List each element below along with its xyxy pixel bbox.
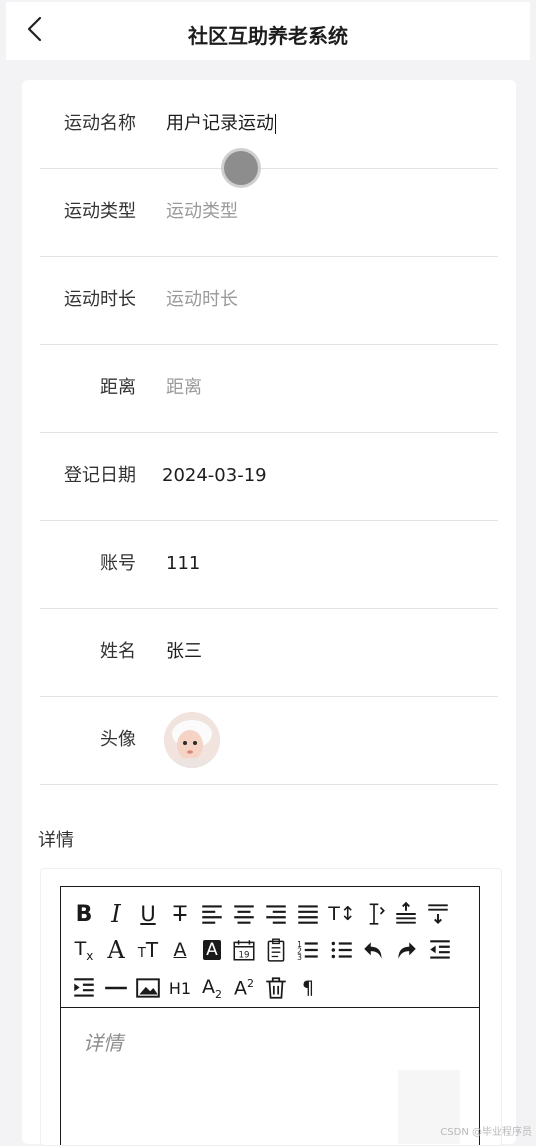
align-center-icon[interactable] <box>229 899 259 929</box>
sport-type-input[interactable]: 运动类型 <box>166 168 486 256</box>
ordered-list-icon[interactable]: 123 <box>293 935 323 965</box>
text-caret <box>275 114 276 134</box>
register-date-picker[interactable]: 2024-03-19 <box>162 432 482 520</box>
svg-text:19: 19 <box>238 951 249 961</box>
horizontal-rule-icon[interactable] <box>101 973 131 1003</box>
editor-placeholder[interactable]: 详情 <box>83 1027 123 1056</box>
font-family-icon[interactable]: A <box>101 935 131 965</box>
paragraph-mark-icon[interactable]: ¶ <box>293 973 323 1003</box>
distance-input[interactable]: 距离 <box>166 344 486 432</box>
sport-type-label: 运动类型 <box>64 201 136 222</box>
redo-icon[interactable] <box>391 935 421 965</box>
sport-name-value: 用户记录运动 <box>166 113 274 134</box>
sport-name-label: 运动名称 <box>64 113 136 134</box>
align-right-icon[interactable] <box>261 899 291 929</box>
form-row-duration: 运动时长 运动时长 <box>40 256 498 345</box>
image-icon[interactable] <box>133 973 163 1003</box>
form-row-distance: 距离 距离 <box>40 344 498 433</box>
form-row-name: 姓名 张三 <box>40 608 498 697</box>
delete-icon[interactable] <box>261 973 291 1003</box>
undo-icon[interactable] <box>359 935 389 965</box>
superscript-icon[interactable]: A2 <box>229 973 259 1003</box>
italic-icon[interactable]: I <box>101 899 131 929</box>
font-color-icon[interactable]: A <box>165 935 195 965</box>
letter-spacing-icon[interactable]: TT <box>133 935 163 965</box>
line-height-icon[interactable] <box>359 899 389 929</box>
form-row-avatar: 头像 <box>40 696 498 785</box>
paragraph-spacing-before-icon[interactable] <box>391 899 421 929</box>
background-color-icon[interactable]: A <box>197 935 227 965</box>
account-input[interactable]: 111 <box>166 520 486 608</box>
distance-label: 距离 <box>100 377 136 398</box>
top-bar: 社区互助养老系统 <box>6 2 530 60</box>
duration-label: 运动时长 <box>64 289 136 310</box>
form-row-register-date: 登记日期 2024-03-19 <box>40 432 498 521</box>
duration-input[interactable]: 运动时长 <box>166 256 486 344</box>
clear-format-icon[interactable]: Tx <box>69 935 99 965</box>
form-row-sport-name: 运动名称 用户记录运动 <box>40 80 498 169</box>
name-input[interactable]: 张三 <box>166 608 486 696</box>
watermark: CSDN @毕业程序员 <box>440 1127 532 1138</box>
subscript-icon[interactable]: A2 <box>197 973 227 1003</box>
unordered-list-icon[interactable] <box>327 935 357 965</box>
name-label: 姓名 <box>100 641 136 662</box>
detail-label: 详情 <box>38 830 74 851</box>
editor-toolbar: B I U T T↕ Tx A TT A A 19 123 H1 A2 A2 ¶ <box>61 887 479 1008</box>
underline-icon[interactable]: U <box>133 899 163 929</box>
page-title: 社区互助养老系统 <box>188 24 348 48</box>
avatar-label: 头像 <box>100 729 136 750</box>
svg-text:3: 3 <box>297 953 302 962</box>
touch-indicator <box>224 151 258 185</box>
form-row-sport-type: 运动类型 运动类型 <box>40 168 498 257</box>
sport-name-input[interactable]: 用户记录运动 <box>166 80 486 168</box>
font-size-icon[interactable]: T↕ <box>327 899 357 929</box>
indent-icon[interactable] <box>69 973 99 1003</box>
register-date-label: 登记日期 <box>64 465 136 486</box>
outdent-icon[interactable] <box>425 935 455 965</box>
strikethrough-icon[interactable]: T <box>165 899 195 929</box>
clipboard-icon[interactable] <box>261 935 291 965</box>
align-left-icon[interactable] <box>197 899 227 929</box>
date-icon[interactable]: 19 <box>229 935 259 965</box>
align-justify-icon[interactable] <box>293 899 323 929</box>
avatar[interactable] <box>164 712 220 768</box>
form-row-account: 账号 111 <box>40 520 498 609</box>
account-label: 账号 <box>100 553 136 574</box>
heading-icon[interactable]: H1 <box>165 973 195 1003</box>
bold-icon[interactable]: B <box>69 899 99 929</box>
paragraph-spacing-after-icon[interactable] <box>423 899 453 929</box>
